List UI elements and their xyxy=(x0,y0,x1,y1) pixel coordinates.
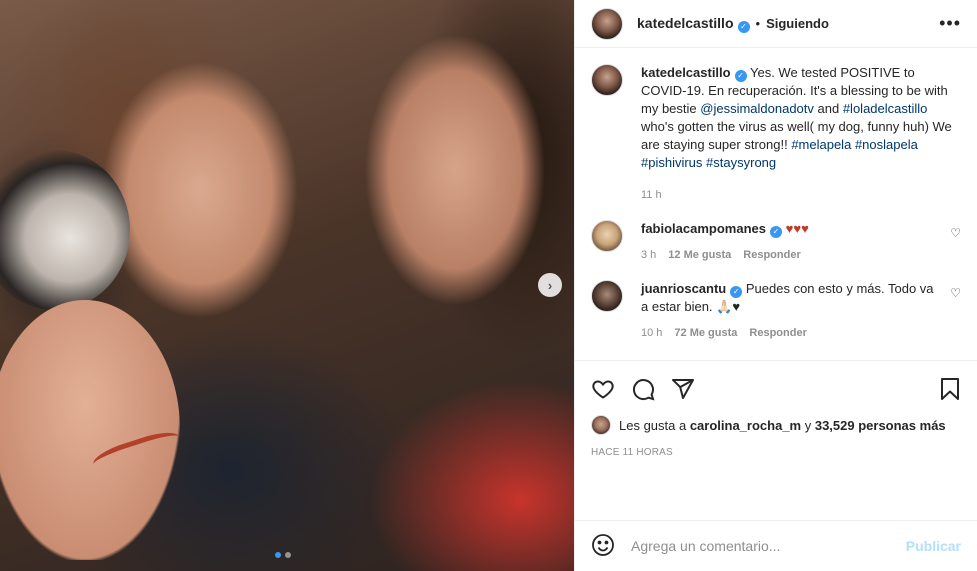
comment-username[interactable]: juanrioscantu ✓ xyxy=(641,281,743,298)
likes-count[interactable]: 33,529 personas más xyxy=(815,418,946,433)
like-heart-icon[interactable] xyxy=(591,377,615,401)
comment-time[interactable]: 3 h xyxy=(641,246,656,264)
post-photo[interactable]: › xyxy=(0,0,574,571)
comments-section: katedelcastillo ✓ Yes. We tested POSITIVE… xyxy=(575,48,977,360)
mention-jessimaldonadotv[interactable]: @jessimaldonadotv xyxy=(700,101,814,116)
share-paper-plane-icon[interactable] xyxy=(671,377,695,401)
comment-like-icon[interactable]: ♡ xyxy=(950,286,961,342)
comment-likes[interactable]: 72 Me gusta xyxy=(674,324,737,342)
comment: fabiolacampomanes ✓ ♥♥♥ 3 h 12 Me gusta R… xyxy=(591,220,961,264)
comment-bubble-icon[interactable] xyxy=(631,377,655,401)
caption-avatar[interactable] xyxy=(591,64,623,96)
carousel-dot-2 xyxy=(285,552,291,558)
comment-like-icon[interactable]: ♡ xyxy=(950,226,961,264)
hashtag-loladelcastillo[interactable]: #loladelcastillo xyxy=(843,101,928,116)
follow-status-button[interactable]: Siguiendo xyxy=(766,16,829,31)
likes-summary: Les gusta a carolina_rocha_m y 33,529 pe… xyxy=(591,415,961,435)
comment-avatar[interactable] xyxy=(591,220,623,252)
comment-likes[interactable]: 12 Me gusta xyxy=(668,246,731,264)
emoji-icon[interactable] xyxy=(591,533,615,560)
carousel-dot-1 xyxy=(275,552,281,558)
caption-username[interactable]: katedelcastillo ✓ xyxy=(641,65,747,82)
save-bookmark-icon[interactable] xyxy=(939,377,961,401)
comment-avatar[interactable] xyxy=(591,280,623,312)
liker-avatar[interactable] xyxy=(591,415,611,435)
hashtag-noslapela[interactable]: #noslapela xyxy=(855,137,918,152)
comment-content: ♥♥♥ xyxy=(785,221,809,236)
caption-time[interactable]: 11 h xyxy=(641,186,662,204)
hashtag-staysyrong[interactable]: #staysyrong xyxy=(706,155,776,170)
comment-username[interactable]: fabiolacampomanes ✓ xyxy=(641,221,782,238)
comment-text: fabiolacampomanes ✓ ♥♥♥ xyxy=(641,221,809,238)
verified-icon: ✓ xyxy=(730,286,743,298)
caption-meta: 11 h xyxy=(641,186,961,204)
post: › katedelcastillo ✓ • Siguiendo ••• kated xyxy=(0,0,977,571)
liker-username[interactable]: carolina_rocha_m xyxy=(690,418,801,433)
post-timestamp[interactable]: HACE 11 HORAS xyxy=(591,447,961,458)
reply-button[interactable]: Responder xyxy=(743,246,800,264)
comment-text: juanrioscantu ✓ Puedes con esto y más. To… xyxy=(641,281,934,314)
caption: katedelcastillo ✓ Yes. We tested POSITIVE… xyxy=(591,64,961,204)
post-sidebar: katedelcastillo ✓ • Siguiendo ••• katedel… xyxy=(574,0,977,571)
caption-text: katedelcastillo ✓ Yes. We tested POSITIVE… xyxy=(641,65,952,170)
hashtag-melapela[interactable]: #melapela xyxy=(791,137,851,152)
verified-icon: ✓ xyxy=(737,20,750,33)
add-comment-bar: Publicar xyxy=(575,520,977,571)
reply-button[interactable]: Responder xyxy=(749,324,806,342)
verified-icon: ✓ xyxy=(770,226,782,238)
action-icons xyxy=(591,373,961,405)
comment-meta: 10 h 72 Me gusta Responder xyxy=(641,324,942,342)
chevron-right-icon: › xyxy=(547,277,553,293)
more-options-icon[interactable]: ••• xyxy=(939,13,961,34)
verified-icon: ✓ xyxy=(734,70,747,82)
author-username[interactable]: katedelcastillo ✓ xyxy=(637,15,750,33)
header-separator: • xyxy=(755,16,761,31)
hashtag-pishivirus[interactable]: #pishivirus xyxy=(641,155,702,170)
comment: juanrioscantu ✓ Puedes con esto y más. To… xyxy=(591,280,961,342)
comment-input[interactable] xyxy=(631,538,906,554)
post-actions: Les gusta a carolina_rocha_m y 33,529 pe… xyxy=(575,360,977,520)
likes-text: Les gusta a carolina_rocha_m y 33,529 pe… xyxy=(619,417,946,433)
author-avatar[interactable] xyxy=(591,7,623,40)
comment-time[interactable]: 10 h xyxy=(641,324,662,342)
comment-meta: 3 h 12 Me gusta Responder xyxy=(641,246,942,264)
next-slide-button[interactable]: › xyxy=(538,273,562,297)
post-header: katedelcastillo ✓ • Siguiendo ••• xyxy=(575,0,977,48)
publish-button[interactable]: Publicar xyxy=(906,538,961,554)
carousel-dots xyxy=(275,552,291,558)
photo-hand xyxy=(0,300,180,560)
